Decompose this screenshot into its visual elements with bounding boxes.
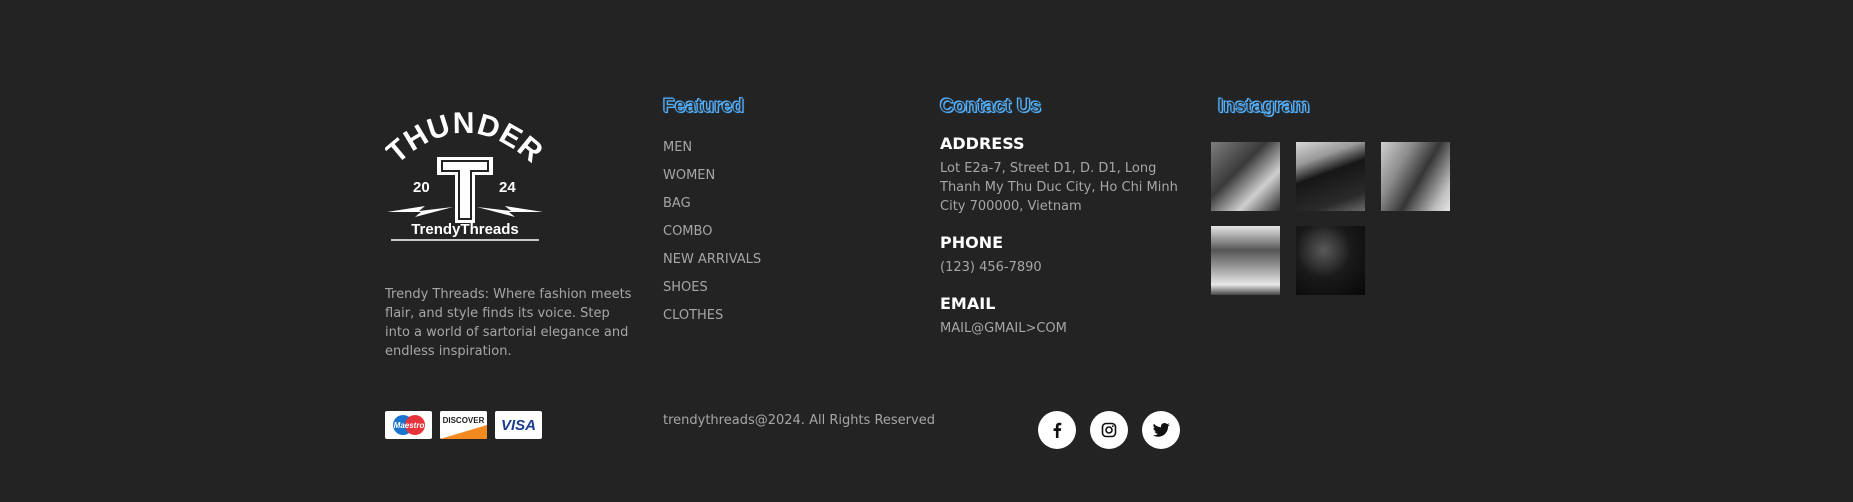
twitter-icon — [1152, 422, 1170, 437]
contact-block: ADDRESS Lot E2a-7, Street D1, D. D1, Lon… — [940, 134, 1190, 355]
featured-link-new-arrivals[interactable]: NEW ARRIVALS — [663, 251, 761, 279]
instagram-button[interactable] — [1090, 411, 1128, 449]
social-links — [1038, 411, 1180, 449]
twitter-button[interactable] — [1142, 411, 1180, 449]
svg-text:DISCOVER: DISCOVER — [443, 416, 485, 425]
instagram-photo-shoes[interactable] — [1381, 142, 1450, 211]
featured-link-clothes[interactable]: CLOTHES — [663, 307, 761, 335]
featured-title: Featured — [663, 96, 745, 118]
address-label: ADDRESS — [940, 134, 1025, 153]
featured-list: MEN WOMEN BAG COMBO NEW ARRIVALS SHOES C… — [663, 139, 761, 335]
facebook-button[interactable] — [1038, 411, 1076, 449]
instagram-gallery — [1211, 142, 1463, 295]
address-text: Lot E2a-7, Street D1, D. D1, Long Thanh … — [940, 161, 1178, 214]
facebook-icon — [1053, 422, 1062, 438]
instagram-photo-watch[interactable] — [1211, 142, 1280, 211]
phone-text[interactable]: (123) 456-7890 — [940, 258, 1190, 277]
featured-link-men[interactable]: MEN — [663, 139, 761, 167]
phone-label: PHONE — [940, 233, 1004, 252]
brand-logo[interactable]: THUNDER 20 24 TrendyThreads — [380, 105, 549, 245]
discover-card-icon: DISCOVER — [440, 411, 487, 439]
featured-link-combo[interactable]: COMBO — [663, 223, 761, 251]
instagram-photo-street[interactable] — [1211, 226, 1280, 295]
logo-left-year: 20 — [413, 179, 430, 196]
logo-right-year: 24 — [499, 179, 516, 196]
copyright-text: trendythreads@2024. All Rights Reserved — [663, 413, 935, 428]
brand-about-text: Trendy Threads: Where fashion meets flai… — [385, 287, 632, 359]
visa-card-icon: VISA — [495, 411, 542, 439]
featured-link-shoes[interactable]: SHOES — [663, 279, 761, 307]
instagram-photo-cap[interactable] — [1296, 226, 1365, 295]
contact-title: Contact Us — [940, 96, 1042, 118]
featured-link-bag[interactable]: BAG — [663, 195, 761, 223]
email-text[interactable]: MAIL@GMAIL>COM — [940, 319, 1190, 338]
featured-link-women[interactable]: WOMEN — [663, 167, 761, 195]
instagram-photo-bag[interactable] — [1296, 142, 1365, 211]
logo-bottom-text: TrendyThreads — [411, 221, 519, 238]
instagram-icon — [1101, 422, 1117, 438]
svg-text:VISA: VISA — [501, 417, 536, 434]
svg-text:Maestro: Maestro — [393, 421, 424, 430]
payment-methods: Maestro DISCOVER VISA — [385, 411, 542, 439]
instagram-title: Instagram — [1218, 96, 1310, 118]
email-label: EMAIL — [940, 294, 996, 313]
maestro-card-icon: Maestro — [385, 411, 432, 439]
